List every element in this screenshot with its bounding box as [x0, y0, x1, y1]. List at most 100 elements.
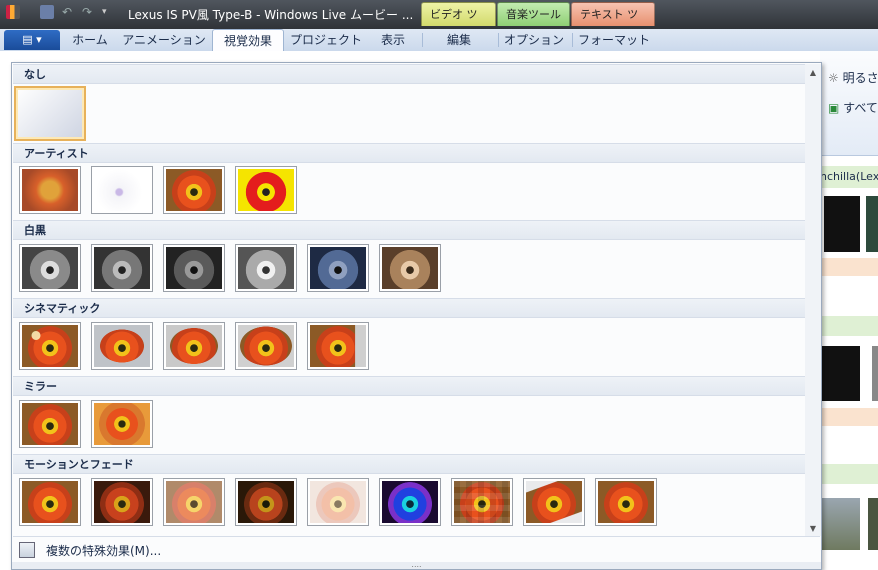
effect-thumbnail: [18, 90, 82, 137]
effect-bw-cyan[interactable]: [307, 244, 369, 292]
effect-bw-3[interactable]: [163, 244, 225, 292]
effect-artist-3[interactable]: [163, 166, 225, 214]
apply-all-icon: ▣: [828, 101, 840, 115]
clip-thumbnail[interactable]: [822, 346, 860, 401]
visual-effects-gallery: ▲ ▼ なし アーティスト 白黒 シネマティック ミラー モーションとフェード …: [11, 62, 822, 570]
effect-bw-sepia[interactable]: [379, 244, 441, 292]
effect-thumbnail: [22, 325, 78, 367]
tab-separator: [422, 33, 423, 47]
ribbon-tab-row: ▤ ▾ ホーム アニメーション 視覚効果 プロジェクト 表示 編集 オプション …: [0, 29, 878, 52]
brightness-label: 明るさ: [842, 71, 878, 85]
effect-mf-8[interactable]: [523, 478, 585, 526]
tab-animation[interactable]: アニメーション: [120, 29, 208, 51]
effect-cine-1[interactable]: [19, 322, 81, 370]
gallery-scrollbar[interactable]: ▲ ▼: [805, 64, 821, 536]
effect-mf-1[interactable]: [19, 478, 81, 526]
effect-thumbnail: [22, 403, 78, 445]
clip-thumbnail[interactable]: [822, 498, 860, 550]
tab-visual-effects[interactable]: 視覚効果: [212, 29, 284, 52]
apply-all-button[interactable]: ▣ すべて(: [828, 99, 878, 116]
app-icon[interactable]: [6, 5, 20, 19]
effect-thumbnail: [238, 169, 294, 211]
effect-thumbnail: [382, 247, 438, 289]
tab-home[interactable]: ホーム: [65, 29, 115, 51]
clip-thumbnail[interactable]: [868, 498, 878, 550]
context-tab-text-tools[interactable]: テキスト ツール: [571, 2, 655, 45]
tab-view[interactable]: 表示: [368, 29, 418, 51]
effect-bw-4[interactable]: [235, 244, 297, 292]
title-bar: ↶ ↷ ▾ Lexus IS PV風 Type-B - Windows Live…: [0, 0, 878, 45]
effect-thumbnail: [526, 481, 582, 523]
effect-thumbnail: [238, 325, 294, 367]
effect-mf-4[interactable]: [235, 478, 297, 526]
effect-thumbnail: [22, 481, 78, 523]
effect-thumbnail: [166, 325, 222, 367]
multiple-effects-button[interactable]: 複数の特殊効果(M)...: [13, 537, 213, 563]
quick-access-dropdown-icon[interactable]: ▾: [102, 5, 116, 19]
effect-thumbnail: [310, 325, 366, 367]
category-header-artist: アーティスト: [13, 143, 805, 163]
scroll-down-icon[interactable]: ▼: [808, 524, 818, 533]
tab-separator: [572, 33, 573, 47]
app-menu-button[interactable]: ▤ ▾: [4, 30, 60, 50]
category-header-black-and-white: 白黒: [13, 220, 805, 240]
window-title: Lexus IS PV風 Type-B - Windows Live ムービー …: [128, 8, 414, 22]
effect-thumbnail: [94, 169, 150, 211]
audio-track: [820, 408, 878, 426]
context-tab-video-tools[interactable]: ビデオ ツール: [421, 2, 496, 45]
effect-thumbnail: [598, 481, 654, 523]
effect-thumbnail: [94, 247, 150, 289]
effect-thumbnail: [166, 169, 222, 211]
category-header-none: なし: [13, 64, 805, 84]
effect-artist-2[interactable]: [91, 166, 153, 214]
clip-thumbnail[interactable]: [824, 196, 860, 252]
effect-thumbnail: [382, 481, 438, 523]
effect-cine-5[interactable]: [307, 322, 369, 370]
effect-thumbnail: [238, 481, 294, 523]
effect-thumbnail: [94, 403, 150, 445]
category-header-cinematic: シネマティック: [13, 298, 805, 318]
save-icon[interactable]: [40, 5, 54, 19]
effect-thumbnail: [22, 247, 78, 289]
tab-separator: [498, 33, 499, 47]
clip-thumbnail[interactable]: [872, 346, 878, 401]
effect-mf-7[interactable]: [451, 478, 513, 526]
effect-mf-3[interactable]: [163, 478, 225, 526]
effect-thumbnail: [94, 325, 150, 367]
effect-mirror-1[interactable]: [19, 400, 81, 448]
effect-none[interactable]: [14, 86, 86, 141]
tab-options[interactable]: オプション: [500, 29, 568, 51]
ribbon-right-group: ☼ 明るさ ▣ すべて(: [820, 51, 878, 156]
gallery-resize-grip[interactable]: ....: [12, 561, 821, 569]
effect-mirror-2[interactable]: [91, 400, 153, 448]
brightness-button[interactable]: ☼ 明るさ: [828, 69, 878, 86]
effect-artist-4[interactable]: [235, 166, 297, 214]
effect-artist-1[interactable]: [19, 166, 81, 214]
apply-all-label: すべて(: [843, 101, 878, 115]
effect-mf-5[interactable]: [307, 478, 369, 526]
clip-thumbnail[interactable]: [866, 196, 878, 252]
effect-thumbnail: [166, 247, 222, 289]
tab-edit[interactable]: 編集: [424, 29, 494, 51]
effect-thumbnail: [310, 247, 366, 289]
audio-track: [820, 258, 878, 276]
effect-mf-6[interactable]: [379, 478, 441, 526]
redo-icon[interactable]: ↷: [82, 5, 96, 19]
text-track: [820, 464, 878, 484]
effect-cine-2[interactable]: [91, 322, 153, 370]
effect-cine-4[interactable]: [235, 322, 297, 370]
category-header-mirror: ミラー: [13, 376, 805, 396]
tab-format[interactable]: フォーマット: [574, 29, 654, 51]
storyboard-pane: nchilla(Lex: [820, 156, 878, 570]
sun-icon: ☼: [828, 71, 839, 85]
effect-cine-3[interactable]: [163, 322, 225, 370]
scroll-up-icon[interactable]: ▲: [808, 68, 818, 77]
tab-project[interactable]: プロジェクト: [288, 29, 364, 51]
effect-bw-2[interactable]: [91, 244, 153, 292]
context-tab-music-tools[interactable]: 音楽ツール: [497, 2, 570, 26]
effect-mf-2[interactable]: [91, 478, 153, 526]
effect-thumbnail: [238, 247, 294, 289]
undo-icon[interactable]: ↶: [62, 5, 76, 19]
effect-bw-1[interactable]: [19, 244, 81, 292]
effect-mf-9[interactable]: [595, 478, 657, 526]
